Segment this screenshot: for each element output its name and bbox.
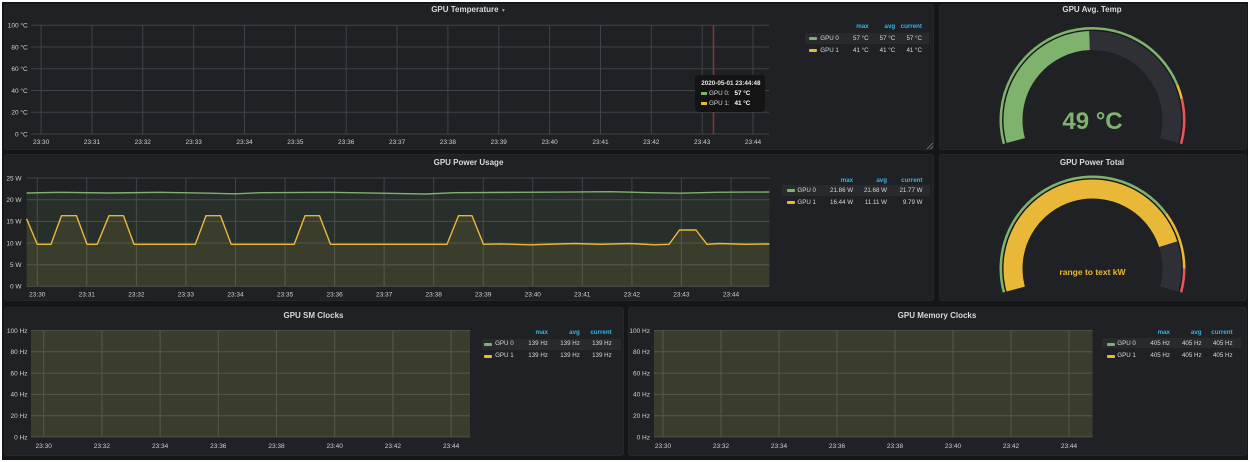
svg-text:range to text kW: range to text kW <box>1059 267 1126 277</box>
